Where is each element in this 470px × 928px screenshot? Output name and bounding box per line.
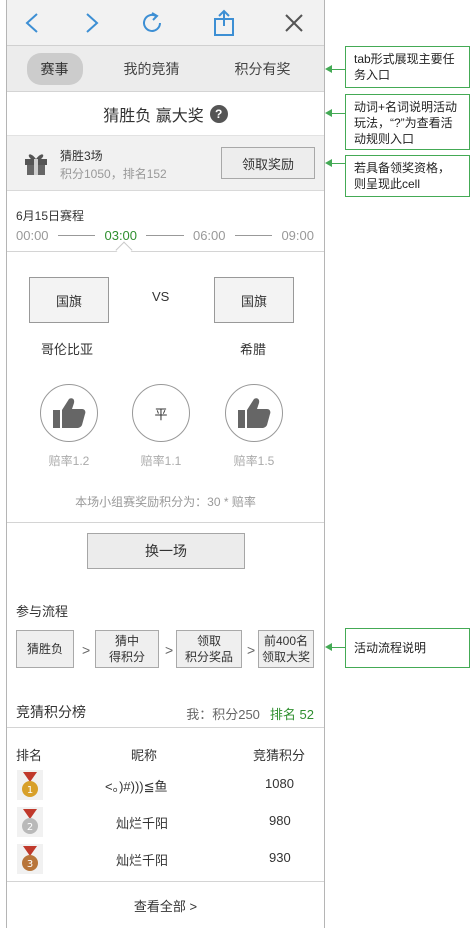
leaderboard-header: 竞猜积分榜 我：积分250 排名 52 xyxy=(7,698,324,728)
thumbs-up-icon xyxy=(238,398,271,428)
headline-text: 猜胜负 赢大奖 xyxy=(103,107,204,125)
chevron-right-icon: > xyxy=(165,642,174,658)
table-row: 1 <。)#)))≦鱼 1080 xyxy=(7,768,324,802)
process-steps: 猜胜负 > 猜中 得积分 > 领取 积分奖品 > 前400名 领取大奖 xyxy=(16,630,314,668)
player-name: 灿烂千阳 xyxy=(116,816,169,831)
claim-reward-button[interactable]: 领取奖励 xyxy=(221,147,315,179)
back-icon[interactable] xyxy=(17,8,47,38)
timeline-divider xyxy=(57,235,96,236)
medal-number: 1 xyxy=(27,785,33,796)
my-points: 我：积分250 排名 52 xyxy=(186,704,314,723)
process-step: 猜中 得积分 xyxy=(95,630,159,668)
change-match-button[interactable]: 换一场 xyxy=(87,533,245,569)
view-all-link[interactable]: 查看全部 > xyxy=(7,881,324,928)
points-note: 本场小组赛奖励积分为：30 * 赔率 xyxy=(75,495,256,509)
tab-matches[interactable]: 赛事 xyxy=(26,52,83,85)
annotation-connector xyxy=(330,69,345,70)
annotation-arrow xyxy=(325,643,332,651)
forward-icon[interactable] xyxy=(77,8,107,38)
player-name: <。)#)))≦鱼 xyxy=(105,779,168,794)
silver-medal-icon: 2 xyxy=(17,807,43,837)
vs-label: VS xyxy=(152,289,170,304)
help-icon[interactable]: ? xyxy=(209,104,228,123)
away-flag: 国旗 xyxy=(214,277,294,323)
annotation-arrow xyxy=(325,159,332,167)
time-slot[interactable]: 06:00 xyxy=(193,228,226,243)
browser-toolbar xyxy=(7,0,324,46)
home-flag: 国旗 xyxy=(29,277,109,323)
tab-bar: 赛事 我的竞猜 积分有奖 xyxy=(7,46,324,92)
activity-headline: 猜胜负 赢大奖 ? xyxy=(7,92,324,136)
medal-number: 3 xyxy=(27,859,33,870)
annotation-tabs: tab形式展现主要任务入口 xyxy=(345,46,470,88)
tab-my-guesses[interactable]: 我的竞猜 xyxy=(110,53,194,85)
reward-cell: 猜胜3场 积分1050，排名152 领取奖励 xyxy=(7,136,324,191)
timeline-divider xyxy=(146,235,184,236)
leaderboard-title: 竞猜积分榜 xyxy=(16,704,86,720)
annotation-headline: 动词+名词说明活动玩法，“?”为查看活动规则入口 xyxy=(345,94,470,150)
table-row: 3 灿烂千阳 930 xyxy=(7,842,324,876)
player-name: 灿烂千阳 xyxy=(116,853,169,868)
chevron-right-icon: > xyxy=(247,642,256,658)
reward-subtitle: 积分1050，排名152 xyxy=(60,167,167,181)
close-icon[interactable] xyxy=(279,8,309,38)
my-points-label: 我：积分250 xyxy=(186,707,260,722)
share-icon[interactable] xyxy=(209,8,239,38)
timeline-divider xyxy=(234,235,273,236)
time-selector: 00:00 03:00 06:00 09:00 xyxy=(16,228,314,243)
refresh-icon[interactable] xyxy=(137,8,167,38)
draw-odds: 赔率1.1 xyxy=(140,454,182,468)
column-nickname: 昵称 xyxy=(131,748,158,763)
process-step: 领取 积分奖品 xyxy=(176,630,242,668)
match-card: 国旗 VS 国旗 哥伦比亚 希腊 平 赔率1.2 赔率1.1 赔率1.5 本场小… xyxy=(7,252,324,523)
time-slot[interactable]: 09:00 xyxy=(281,228,314,243)
time-slot[interactable]: 00:00 xyxy=(16,228,49,243)
player-score: 1080 xyxy=(265,776,294,791)
home-odds: 赔率1.2 xyxy=(48,454,90,468)
annotation-connector xyxy=(330,647,345,648)
away-team-name: 希腊 xyxy=(240,342,267,357)
medal-number: 2 xyxy=(27,822,33,833)
table-row: 2 灿烂千阳 980 xyxy=(7,805,324,839)
player-score: 980 xyxy=(269,813,291,828)
column-score: 竞猜积分 xyxy=(253,748,306,763)
annotation-reward-cell: 若具备领奖资格，则呈现此cell xyxy=(345,155,470,197)
player-score: 930 xyxy=(269,850,291,865)
process-title: 参与流程 xyxy=(16,604,69,619)
schedule-date: 6月15日赛程 xyxy=(16,209,85,223)
draw-button[interactable]: 平 xyxy=(132,384,190,442)
process-step: 前400名 领取大奖 xyxy=(258,630,314,668)
bronze-medal-icon: 3 xyxy=(17,844,43,874)
gift-icon xyxy=(23,150,49,181)
home-win-button[interactable] xyxy=(40,384,98,442)
home-team-name: 哥伦比亚 xyxy=(41,342,94,357)
away-win-button[interactable] xyxy=(225,384,283,442)
phone-screen: 赛事 我的竞猜 积分有奖 猜胜负 赢大奖 ? 猜胜3场 积分1050，排名152… xyxy=(6,0,325,928)
gold-medal-icon: 1 xyxy=(17,770,43,800)
annotation-connector xyxy=(330,163,345,164)
leaderboard-columns: 排名 昵称 竞猜积分 xyxy=(7,745,324,763)
tab-points-rewards[interactable]: 积分有奖 xyxy=(221,53,305,85)
annotation-arrow xyxy=(325,65,332,73)
schedule-bar: 6月15日赛程 00:00 03:00 06:00 09:00 xyxy=(7,191,324,259)
time-slot-active[interactable]: 03:00 xyxy=(104,228,137,243)
annotation-process: 活动流程说明 xyxy=(345,628,470,668)
process-step: 猜胜负 xyxy=(16,630,74,668)
column-rank: 排名 xyxy=(16,748,43,763)
thumbs-up-icon xyxy=(53,398,86,428)
my-rank: 排名 52 xyxy=(269,707,314,722)
chevron-right-icon: > xyxy=(82,642,91,658)
annotation-connector xyxy=(330,113,345,114)
annotation-arrow xyxy=(325,109,332,117)
away-odds: 赔率1.5 xyxy=(233,454,275,468)
reward-title: 猜胜3场 xyxy=(60,149,103,163)
